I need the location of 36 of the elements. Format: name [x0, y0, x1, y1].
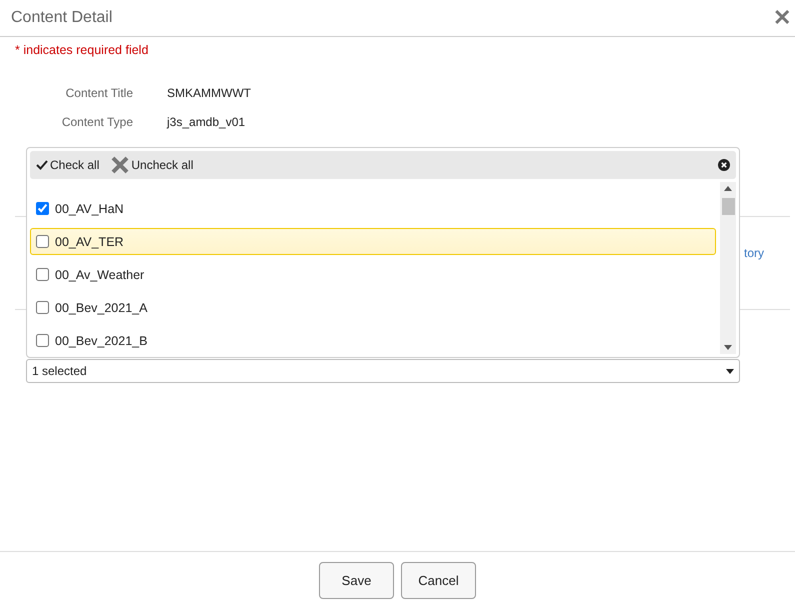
uncheck-all-button[interactable]: Uncheck all [111, 156, 194, 174]
option-label: 00_Bev_2021_B [55, 334, 148, 348]
close-icon[interactable] [718, 159, 730, 171]
option-label: 00_Av_Weather [55, 268, 144, 282]
option-item[interactable]: 00_Bev_2021_A [30, 294, 716, 321]
checkmark-icon [36, 160, 48, 170]
checkbox[interactable] [36, 202, 49, 215]
select-field[interactable]: 1 selected [26, 359, 740, 383]
link[interactable]: tory [744, 246, 764, 260]
option-item[interactable]: 00_AV_HaN [30, 195, 716, 222]
field-value: j3s_amdb_v01 [167, 114, 246, 128]
dialog-button[interactable]: Save [319, 562, 394, 598]
option-label: 00_AV_TER [55, 234, 124, 248]
checkbox[interactable] [36, 268, 49, 281]
check-all-button[interactable]: Check all [36, 158, 100, 172]
dialog-title: Content Detail [11, 9, 112, 27]
field-label: Content Type [60, 114, 133, 128]
caret-icon [726, 368, 734, 374]
option-item[interactable]: 00_Bev_2021_B [30, 327, 716, 354]
scrollbar[interactable] [720, 182, 736, 354]
scroll-up-icon[interactable] [724, 186, 732, 191]
field-value: SMKAMMWWT [167, 86, 251, 100]
close-button[interactable]: ✕ [773, 7, 791, 29]
scroll-down-icon[interactable] [724, 345, 732, 350]
x-icon [111, 156, 130, 174]
dialog-button[interactable]: Cancel [401, 562, 476, 598]
field-label: Content Title [64, 86, 133, 100]
checkbox[interactable] [36, 334, 49, 347]
option-item[interactable]: 00_AV_TER [30, 228, 716, 255]
option-label: 00_AV_HaN [55, 202, 124, 216]
scroll-thumb[interactable] [722, 198, 734, 215]
option-item[interactable]: 00_Av_Weather [30, 261, 716, 288]
checkbox[interactable] [36, 235, 49, 248]
required-note: * indicates required field [15, 43, 150, 57]
checkbox[interactable] [36, 301, 49, 314]
option-label: 00_Bev_2021_A [55, 300, 148, 314]
